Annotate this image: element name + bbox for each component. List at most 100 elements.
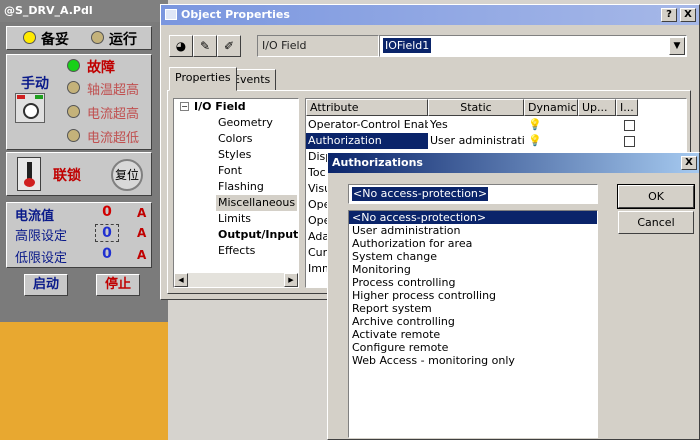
authorization-value-text: <No access-protection> [352, 187, 489, 201]
tree-item-miscellaneous[interactable]: Miscellaneous [216, 195, 298, 211]
tree-item-flashing[interactable]: Flashing [218, 179, 264, 195]
copy-property-button[interactable]: ✐ [217, 35, 241, 57]
grid-attribute-cell[interactable]: Toc [308, 165, 328, 181]
lightbulb-icon[interactable]: 💡 [528, 118, 542, 132]
start-button-label: 启动 [32, 277, 59, 292]
interlock-switch-icon[interactable] [17, 157, 41, 191]
grid-attribute-cell[interactable]: Ope [308, 197, 328, 213]
list-item[interactable]: Web Access - monitoring only [349, 354, 597, 367]
stop-button[interactable]: 停止 [96, 274, 140, 296]
pdl-window: @S_DRV_A.Pdl 备妥 运行 手动 故障 轴温超高 电流超高 电流超低 [0, 0, 168, 440]
stop-button-label: 停止 [104, 277, 131, 292]
current-low-indicator-icon [67, 129, 80, 142]
list-item[interactable]: Configure remote [349, 341, 597, 354]
tree-item-output-input[interactable]: Output/Input [218, 227, 298, 243]
pdl-canvas: 备妥 运行 手动 故障 轴温超高 电流超高 电流超低 联锁 复位 电流值 0 A… [0, 22, 168, 440]
grid-attribute-cell[interactable]: Imm [308, 261, 328, 277]
grid-attribute-cell[interactable]: Authorization [306, 133, 428, 149]
collapse-icon[interactable]: − [180, 102, 189, 111]
object-properties-title: Object Properties [181, 8, 290, 21]
authorization-value-field[interactable]: <No access-protection> [348, 184, 598, 204]
list-item[interactable]: Report system [349, 302, 597, 315]
grid-header-attribute[interactable]: Attribute [306, 99, 428, 116]
grid-attribute-cell[interactable]: Ope [308, 213, 328, 229]
list-item[interactable]: Higher process controlling [349, 289, 597, 302]
tree-item-limits[interactable]: Limits [218, 211, 251, 227]
standby-indicator-icon [23, 31, 36, 44]
ok-button[interactable]: OK [617, 184, 695, 209]
grid-attribute-cell[interactable]: Disp [308, 149, 328, 165]
high-limit-label: 高限设定 [15, 229, 68, 244]
list-item[interactable]: Authorization for area [349, 237, 597, 250]
grid-attribute-cell[interactable]: Visu [308, 181, 328, 197]
grid-attribute-cell[interactable]: Cur [308, 245, 328, 261]
fault-indicator-icon [67, 59, 80, 72]
tab-properties[interactable]: Properties [169, 67, 237, 91]
manual-switch-icon[interactable] [15, 93, 45, 123]
list-item[interactable]: Activate remote [349, 328, 597, 341]
list-item[interactable]: Archive controlling [349, 315, 597, 328]
tree-item-colors[interactable]: Colors [218, 131, 252, 147]
list-item[interactable]: Process controlling [349, 276, 597, 289]
grid-static-cell[interactable]: User administration [430, 133, 524, 149]
running-label: 运行 [109, 32, 137, 48]
lightbulb-icon[interactable]: 💡 [528, 134, 542, 148]
start-button[interactable]: 启动 [24, 274, 68, 296]
chevron-down-icon[interactable]: ▼ [669, 37, 685, 55]
current-value-field[interactable]: 0 [95, 204, 119, 220]
high-limit-field[interactable]: 0 [95, 224, 119, 242]
tree-item-font[interactable]: Font [218, 163, 242, 179]
pin-icon: ◕ [175, 39, 187, 53]
manual-label: 手动 [21, 76, 49, 92]
authorization-list[interactable]: <No access-protection> User administrati… [348, 210, 598, 438]
object-name-value: IOField1 [383, 38, 432, 53]
object-properties-titlebar: Object Properties ? X [161, 5, 699, 25]
grid-attribute-cell[interactable]: Operator-Control Enable [308, 117, 428, 133]
tree-horizontal-scrollbar[interactable]: ◀ ▶ [174, 273, 298, 287]
cancel-button[interactable]: Cancel [618, 211, 694, 234]
tree-item-styles[interactable]: Styles [218, 147, 251, 163]
tree-root[interactable]: I/O Field [194, 99, 246, 115]
grid-header-dynamic[interactable]: Dynamic [524, 99, 578, 116]
reset-button[interactable]: 复位 [111, 159, 143, 191]
authorizations-titlebar: Authorizations X [328, 153, 699, 173]
pipette-tool-button[interactable]: ✎ [193, 35, 217, 57]
values-panel: 电流值 0 A 高限设定 0 A 低限设定 0 A [6, 202, 152, 268]
grid-header-update[interactable]: Up... [578, 99, 616, 116]
authorizations-close-button[interactable]: X [681, 156, 697, 170]
standby-label: 备妥 [41, 32, 69, 48]
list-item[interactable]: Monitoring [349, 263, 597, 276]
pin-tool-button[interactable]: ◕ [169, 35, 193, 57]
pdl-window-title: @S_DRV_A.Pdl [0, 0, 168, 22]
list-item[interactable]: User administration [349, 224, 597, 237]
property-tree: − I/O Field Geometry Colors Styles Font … [173, 98, 299, 288]
current-low-label: 电流超低 [87, 131, 140, 146]
interlock-panel: 联锁 复位 [6, 152, 152, 196]
grid-header-indirect[interactable]: I... [616, 99, 638, 116]
grid-header-static[interactable]: Static [428, 99, 524, 116]
scroll-right-icon[interactable]: ▶ [284, 273, 298, 287]
list-item[interactable]: System change [349, 250, 597, 263]
grid-static-cell[interactable]: Yes [430, 117, 524, 133]
status-panel: 备妥 运行 [6, 26, 152, 50]
object-name-select[interactable]: IOField1 ▼ [379, 35, 687, 57]
low-limit-field[interactable]: 0 [95, 246, 119, 262]
current-high-indicator-icon [67, 105, 80, 118]
pipette-icon: ✎ [199, 39, 211, 53]
pdl-background-area [0, 322, 168, 440]
list-item[interactable]: <No access-protection> [349, 211, 597, 224]
help-button[interactable]: ? [661, 8, 677, 22]
grid-attribute-cell[interactable]: Ada [308, 229, 328, 245]
close-button[interactable]: X [680, 8, 696, 22]
current-high-label: 电流超高 [87, 107, 140, 122]
interlock-label: 联锁 [53, 168, 81, 184]
tree-item-effects[interactable]: Effects [218, 243, 255, 259]
scroll-left-icon[interactable]: ◀ [174, 273, 188, 287]
indirect-checkbox[interactable] [624, 120, 635, 131]
copy-pipette-icon: ✐ [223, 39, 235, 53]
running-indicator-icon [91, 31, 104, 44]
tree-item-geometry[interactable]: Geometry [218, 115, 273, 131]
object-type-field: I/O Field [257, 35, 379, 57]
indirect-checkbox[interactable] [624, 136, 635, 147]
low-limit-unit: A [137, 248, 147, 262]
